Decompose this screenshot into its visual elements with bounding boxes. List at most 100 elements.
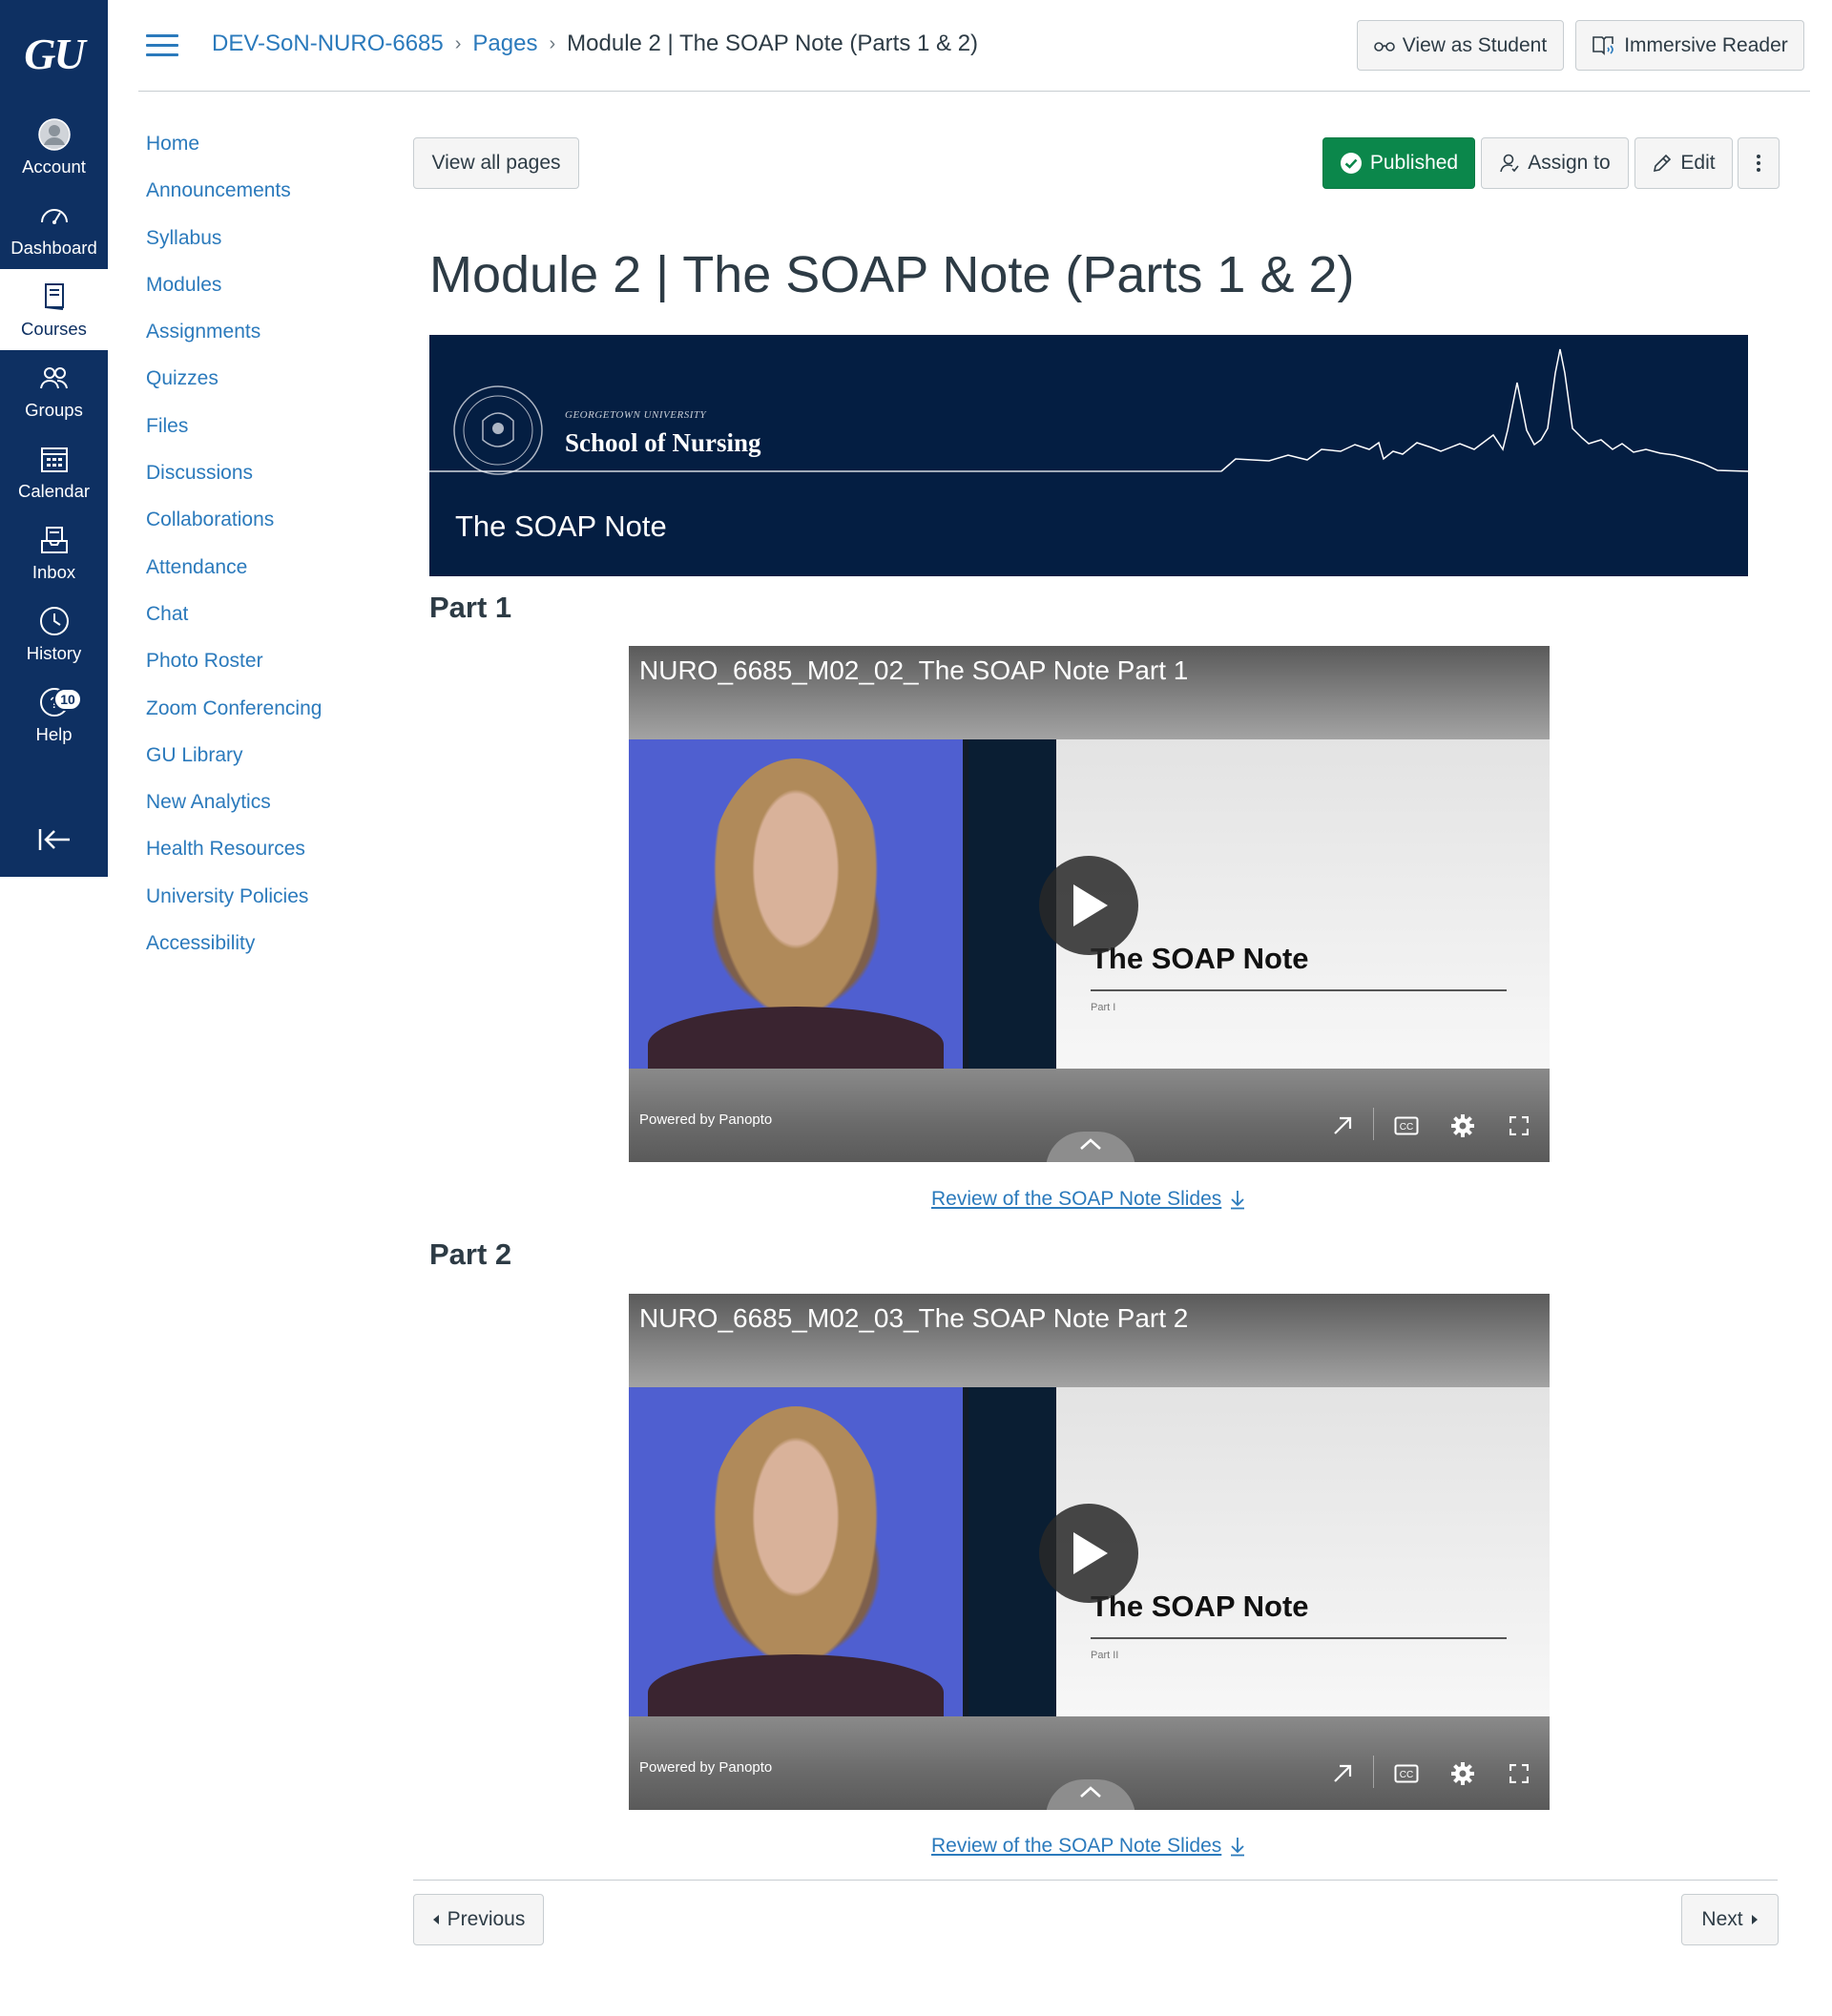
immersive-reader-button[interactable]: Immersive Reader — [1575, 20, 1804, 71]
chevron-right-icon: › — [454, 32, 462, 54]
gear-icon — [1451, 1762, 1474, 1785]
part-2-title: Part 2 — [429, 1237, 512, 1271]
course-nav-gu-library[interactable]: GU Library — [146, 741, 394, 788]
edit-label: Edit — [1680, 152, 1716, 174]
course-banner: GEORGETOWN UNIVERSITY School of Nursing … — [429, 335, 1748, 576]
fullscreen-icon — [1509, 1116, 1529, 1135]
slide-title: The SOAP Note — [1091, 942, 1309, 975]
fullscreen-icon — [1509, 1764, 1529, 1783]
gear-icon — [1451, 1114, 1474, 1137]
pencil-icon — [1654, 154, 1672, 173]
course-nav-attendance[interactable]: Attendance — [146, 553, 394, 600]
published-button[interactable]: Published — [1322, 137, 1475, 189]
course-nav-new-analytics[interactable]: New Analytics — [146, 788, 394, 835]
presenter-video — [629, 1387, 963, 1716]
download-icon — [1231, 1838, 1245, 1857]
previous-button[interactable]: Previous — [413, 1894, 544, 1945]
nav-dashboard-label: Dashboard — [10, 237, 97, 258]
nav-groups-label: Groups — [25, 399, 83, 420]
course-nav-chat[interactable]: Chat — [146, 600, 394, 647]
account-icon — [37, 117, 71, 151]
nav-dashboard[interactable]: Dashboard — [0, 188, 108, 269]
course-nav-home[interactable]: Home — [146, 130, 394, 177]
next-label: Next — [1701, 1908, 1743, 1930]
chevron-right-icon: › — [549, 32, 556, 54]
video-title[interactable]: NURO_6685_M02_02_The SOAP Note Part 1 — [639, 655, 1188, 686]
powered-by-panopto[interactable]: Powered by Panopto — [639, 1759, 772, 1776]
settings-button[interactable] — [1447, 1757, 1479, 1790]
breadcrumb-course[interactable]: DEV-SoN-NURO-6685 — [212, 31, 444, 57]
fullscreen-button[interactable] — [1503, 1757, 1535, 1790]
play-icon — [1073, 1532, 1108, 1574]
course-nav-announcements[interactable]: Announcements — [146, 177, 394, 223]
breadcrumb-pages[interactable]: Pages — [472, 31, 537, 57]
slides-link-label: Review of the SOAP Note Slides — [931, 1835, 1222, 1857]
captions-button[interactable]: CC — [1390, 1757, 1423, 1790]
closed-captions-icon: CC — [1394, 1764, 1419, 1783]
play-button[interactable] — [1039, 1504, 1138, 1603]
more-options-button[interactable] — [1738, 137, 1780, 189]
course-nav-assignments[interactable]: Assignments — [146, 318, 394, 364]
edit-button[interactable]: Edit — [1634, 137, 1733, 189]
course-nav-collaborations[interactable]: Collaborations — [146, 506, 394, 552]
part-1-title: Part 1 — [429, 591, 512, 624]
video-player-part-1[interactable]: NURO_6685_M02_02_The SOAP Note Part 1 Th… — [629, 646, 1550, 1162]
course-nav-syllabus[interactable]: Syllabus — [146, 224, 394, 271]
dashboard-icon — [40, 208, 68, 224]
settings-button[interactable] — [1447, 1110, 1479, 1142]
skyline-graphic — [429, 348, 1748, 472]
kebab-menu-icon — [1757, 155, 1760, 172]
history-icon — [39, 606, 69, 635]
help-badge: 10 — [53, 688, 82, 711]
nav-inbox[interactable]: Inbox — [0, 512, 108, 593]
inbox-icon — [40, 526, 68, 553]
course-nav-zoom-conferencing[interactable]: Zoom Conferencing — [146, 695, 394, 741]
video-title[interactable]: NURO_6685_M02_03_The SOAP Note Part 2 — [639, 1303, 1188, 1334]
course-nav-photo-roster[interactable]: Photo Roster — [146, 647, 394, 694]
course-nav-discussions[interactable]: Discussions — [146, 459, 394, 506]
nav-help[interactable]: ? Help 10 — [0, 675, 108, 756]
slides-download-link-part-2[interactable]: Review of the SOAP Note Slides — [931, 1835, 1246, 1858]
nav-account-label: Account — [22, 156, 86, 177]
view-all-pages-button[interactable]: View all pages — [413, 137, 579, 189]
calendar-icon — [40, 447, 68, 472]
fullscreen-button[interactable] — [1503, 1110, 1535, 1142]
previous-label: Previous — [447, 1908, 526, 1930]
nav-account[interactable]: Account — [0, 107, 108, 188]
course-nav-quizzes[interactable]: Quizzes — [146, 364, 394, 411]
course-nav-university-policies[interactable]: University Policies — [146, 883, 394, 929]
assign-to-button[interactable]: Assign to — [1481, 137, 1629, 189]
nav-history[interactable]: History — [0, 593, 108, 675]
breadcrumb-current: Module 2 | The SOAP Note (Parts 1 & 2) — [567, 31, 979, 56]
view-as-student-button[interactable]: View as Student — [1357, 20, 1564, 71]
course-menu-toggle[interactable] — [146, 34, 178, 57]
slides-download-link-part-1[interactable]: Review of the SOAP Note Slides — [931, 1188, 1246, 1211]
captions-button[interactable]: CC — [1390, 1110, 1423, 1142]
nav-help-label: Help — [35, 723, 73, 744]
course-nav-accessibility[interactable]: Accessibility — [146, 929, 394, 969]
course-nav-health-resources[interactable]: Health Resources — [146, 835, 394, 882]
assign-user-icon — [1500, 154, 1519, 173]
course-nav-modules[interactable]: Modules — [146, 271, 394, 318]
nav-groups[interactable]: Groups — [0, 350, 108, 431]
nav-courses[interactable]: Courses — [0, 269, 108, 350]
slide-subtitle: Part I — [1091, 1002, 1116, 1013]
next-button[interactable]: Next — [1681, 1894, 1779, 1945]
banner-heading: The SOAP Note — [455, 509, 667, 543]
gu-logo[interactable]: GU — [0, 0, 108, 107]
closed-captions-icon: CC — [1394, 1116, 1419, 1135]
play-icon — [1073, 884, 1108, 926]
check-circle-icon — [1340, 153, 1362, 174]
download-icon — [1231, 1191, 1245, 1210]
collapse-arrow-icon — [38, 829, 70, 850]
global-nav: GU Account Dashboard Courses Groups Cale… — [0, 0, 108, 877]
open-external-button[interactable] — [1326, 1757, 1359, 1790]
powered-by-panopto[interactable]: Powered by Panopto — [639, 1112, 772, 1128]
nav-calendar[interactable]: Calendar — [0, 431, 108, 512]
course-nav-files[interactable]: Files — [146, 412, 394, 459]
open-external-button[interactable] — [1326, 1110, 1359, 1142]
play-button[interactable] — [1039, 856, 1138, 955]
video-player-part-2[interactable]: NURO_6685_M02_03_The SOAP Note Part 2 Th… — [629, 1294, 1550, 1810]
slides-link-label: Review of the SOAP Note Slides — [931, 1188, 1222, 1210]
collapse-nav-button[interactable] — [0, 821, 108, 859]
